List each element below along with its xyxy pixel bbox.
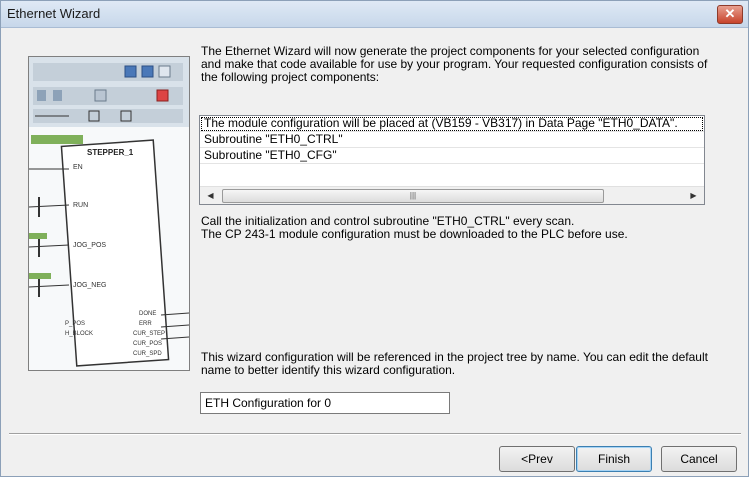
horizontal-scrollbar[interactable]: ◀ ||| ▶	[200, 186, 704, 204]
pin-label: CUR_SPD	[133, 351, 162, 357]
list-item[interactable]: Subroutine "ETH0_CFG"	[200, 148, 704, 164]
pin-label: CUR_POS	[133, 341, 162, 347]
pin-label: EN	[73, 164, 83, 171]
wizard-illustration: STEPPER_1 EN RUN JOG_POS JOG_NEG P_POS H…	[28, 56, 190, 371]
close-icon: ✕	[724, 6, 736, 21]
scroll-right-icon[interactable]: ▶	[685, 187, 702, 204]
scroll-thumb[interactable]: |||	[222, 189, 604, 203]
window-title: Ethernet Wizard	[7, 6, 101, 21]
pin-label: RUN	[73, 202, 88, 209]
close-button[interactable]: ✕	[717, 5, 743, 24]
footer-divider	[9, 433, 741, 435]
block-title: STEPPER_1	[87, 148, 134, 157]
prev-button[interactable]: <Prev	[499, 446, 575, 472]
finish-button[interactable]: Finish	[576, 446, 652, 472]
pin-label: CUR_STEP	[133, 331, 165, 337]
reference-text: This wizard configuration will be refere…	[201, 350, 708, 377]
ladder-diagram-image: STEPPER_1 EN RUN JOG_POS JOG_NEG P_POS H…	[29, 57, 189, 370]
pin-label: JOG_NEG	[73, 282, 106, 289]
list-item[interactable]: Subroutine "ETH0_CTRL"	[200, 132, 704, 148]
title-bar: Ethernet Wizard ✕	[1, 1, 748, 28]
scroll-left-icon[interactable]: ◀	[202, 187, 219, 204]
pin-label: P_POS	[65, 321, 85, 327]
pin-label: H_BLOCK	[65, 331, 93, 337]
instruction-text: Call the initialization and control subr…	[201, 215, 721, 241]
pin-label: ERR	[139, 321, 152, 327]
intro-text: The Ethernet Wizard will now generate th…	[201, 44, 708, 84]
ethernet-wizard-window: Ethernet Wizard ✕ STEPPER_1 EN RUN JOG_P…	[0, 0, 749, 477]
note-line-2: The CP 243-1 module configuration must b…	[201, 227, 628, 241]
cancel-button[interactable]: Cancel	[661, 446, 737, 472]
list-item[interactable]: The module configuration will be placed …	[200, 116, 704, 132]
pin-label: DONE	[139, 311, 156, 317]
pin-label: JOG_POS	[73, 242, 106, 249]
components-list[interactable]: The module configuration will be placed …	[199, 115, 705, 205]
configuration-name-input[interactable]	[200, 392, 450, 414]
